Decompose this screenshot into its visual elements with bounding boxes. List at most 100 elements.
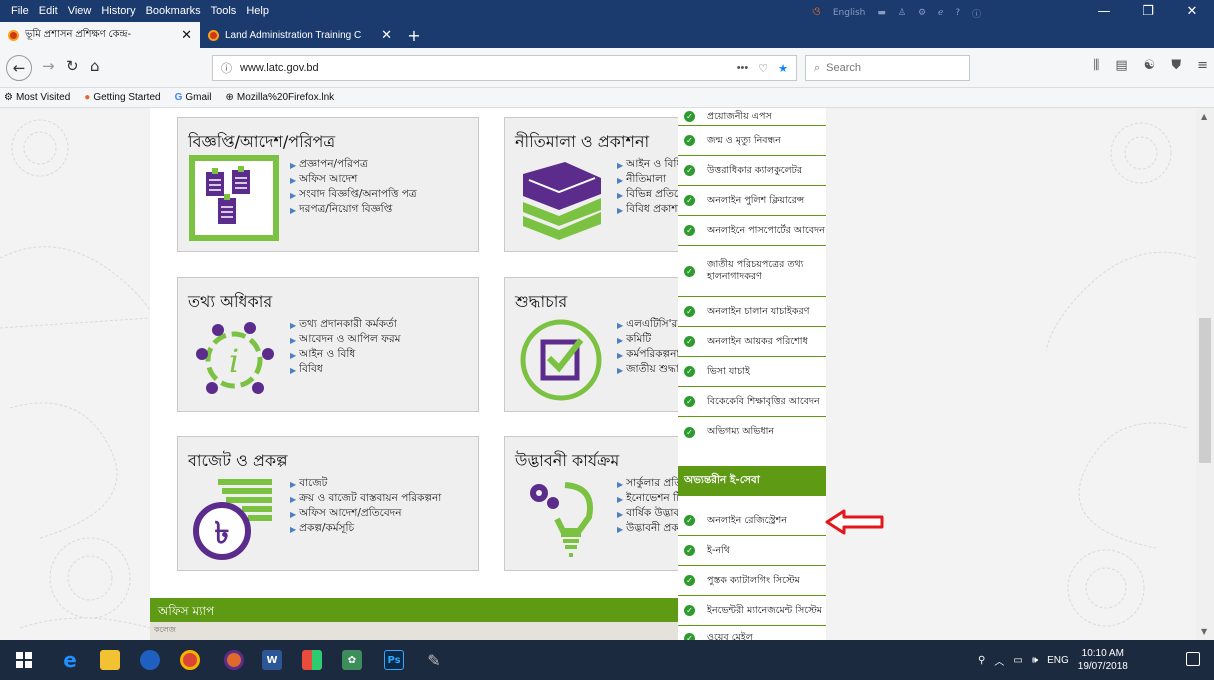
- scroll-up-icon[interactable]: ▲: [1201, 112, 1207, 121]
- bookmark-getting-started[interactable]: ● Getting Started: [84, 92, 160, 103]
- internal-item[interactable]: ✓ পুস্তক ক্যাটালগিং সিস্টেম: [678, 566, 826, 596]
- eservice-item[interactable]: ✓ অনলাইন পুলিশ ক্লিয়ারেন্স: [678, 186, 826, 216]
- language-label[interactable]: English: [833, 8, 866, 18]
- hamburger-menu-icon[interactable]: ≡: [1197, 58, 1208, 73]
- internal-item[interactable]: ✓ ওয়েব মেইল: [678, 626, 826, 640]
- tab-latc-bangla[interactable]: ভূমি প্রশাসন প্রশিক্ষণ কেন্দ্র- ✕: [0, 22, 200, 48]
- bookmark-star-icon[interactable]: ★: [778, 62, 788, 75]
- extension-icon[interactable]: ☯: [1144, 58, 1156, 73]
- menu-history[interactable]: History: [96, 5, 140, 17]
- card-link[interactable]: ▶ সংবাদ বিজ্ঞপ্তি/অনাপত্তি পত্র: [290, 188, 417, 203]
- scroll-down-icon[interactable]: ▼: [1201, 627, 1207, 636]
- input-language[interactable]: ENG: [1047, 655, 1069, 666]
- eservice-item[interactable]: ✓ ভিসা যাচাই: [678, 357, 826, 387]
- card-link[interactable]: ▶ দরপত্র/নিয়োগ বিজ্ঞপ্তি: [290, 203, 417, 218]
- eservice-item[interactable]: ✓ বিকেকেবি শিক্ষাবৃত্তির আবেদন: [678, 387, 826, 417]
- settings-gear-icon[interactable]: ⚙: [918, 8, 926, 18]
- library-icon[interactable]: ⫼: [1093, 58, 1099, 73]
- eservice-item[interactable]: ✓ প্রয়োজনীয় এপস: [678, 108, 826, 126]
- caret-right-icon: ▶: [290, 206, 297, 215]
- photos-icon[interactable]: ✿: [342, 650, 362, 670]
- people-icon[interactable]: ⚲: [978, 655, 985, 666]
- back-button[interactable]: ←: [6, 55, 32, 81]
- forward-button[interactable]: →: [42, 57, 55, 75]
- bookmark-gmail[interactable]: G Gmail: [175, 92, 212, 103]
- menu-edit[interactable]: Edit: [34, 5, 63, 17]
- eservice-item[interactable]: ✓ অভিগম্য অভিধান: [678, 417, 826, 447]
- eservice-item[interactable]: ✓ জাতীয় পরিচয়পত্রের তথ্য হালনাগাদকরণ: [678, 246, 826, 297]
- menu-help[interactable]: Help: [241, 5, 274, 17]
- word-icon[interactable]: W: [262, 650, 282, 670]
- check-circle-icon: ✓: [684, 515, 695, 526]
- ie-icon[interactable]: ℯ: [938, 8, 943, 18]
- internal-item[interactable]: ✓ ই-নথি: [678, 536, 826, 566]
- card-link[interactable]: ▶ বিবিধ: [290, 363, 400, 378]
- tray-chevron-icon[interactable]: ︿: [994, 653, 1004, 668]
- volume-icon[interactable]: 🕪: [1032, 655, 1038, 666]
- clock[interactable]: 10:10 AM 19/07/2018: [1078, 647, 1128, 673]
- chrome-icon[interactable]: [180, 650, 200, 670]
- url-bar[interactable]: ⓘ www.latc.gov.bd ••• ♡ ★: [212, 55, 797, 81]
- tab-close-icon[interactable]: ✕: [381, 27, 392, 43]
- shield-icon[interactable]: ⛊: [1171, 58, 1181, 73]
- caret-right-icon: ▶: [617, 161, 624, 170]
- eservice-item[interactable]: ✓ অনলাইন আয়কর পরিশোধ: [678, 327, 826, 357]
- app-tiles-icon[interactable]: [302, 650, 322, 670]
- reload-button[interactable]: ↻: [66, 57, 79, 75]
- page-scrollbar[interactable]: ▲ ▼: [1196, 108, 1214, 640]
- network-icon[interactable]: ▭: [1013, 655, 1022, 666]
- scrollbar-thumb[interactable]: [1199, 318, 1211, 463]
- search-input[interactable]: ⌕ Search: [805, 55, 970, 81]
- window-restore-button[interactable]: ❐: [1126, 0, 1170, 22]
- pin-icon[interactable]: ♙: [898, 8, 906, 18]
- internal-item-online-registration[interactable]: ✓ অনলাইন রেজিস্ট্রেশন: [678, 506, 826, 536]
- menu-file[interactable]: File: [6, 5, 34, 17]
- action-center-icon[interactable]: [1186, 652, 1200, 666]
- app-circle-icon[interactable]: [140, 650, 160, 670]
- card-title: শুদ্ধাচার: [515, 292, 568, 311]
- sidebar-toggle-icon[interactable]: ▤: [1115, 58, 1127, 73]
- window-minimize-button[interactable]: —: [1082, 0, 1126, 22]
- card-link[interactable]: ▶ আবেদন ও আপিল ফরম: [290, 333, 400, 348]
- bookmark-most-visited[interactable]: ⚙ Most Visited: [4, 92, 70, 103]
- photoshop-icon[interactable]: Ps: [384, 650, 404, 670]
- card-link[interactable]: ▶ প্রকল্প/কর্মসূচি: [290, 522, 441, 537]
- pocket-icon[interactable]: ♡: [758, 62, 768, 75]
- card-link[interactable]: ▶ বাজেট: [290, 477, 441, 492]
- firefox-taskbar-icon[interactable]: [224, 650, 244, 670]
- internal-item[interactable]: ✓ ইনভেন্টরী ম্যানেজমেন্ট সিস্টেম: [678, 596, 826, 626]
- edge-browser-icon[interactable]: e: [60, 648, 80, 672]
- tab-strip: ভূমি প্রশাসন প্রশিক্ষণ কেন্দ্র- ✕ Land A…: [0, 22, 1214, 48]
- card-link[interactable]: ▶ অফিস আদেশ/প্রতিবেদন: [290, 507, 441, 522]
- minimize-widget-icon[interactable]: ▬: [877, 8, 886, 18]
- card-link[interactable]: ▶ তথ্য প্রদানকারী কর্মকর্তা: [290, 318, 400, 333]
- caret-right-icon: ▶: [290, 525, 297, 534]
- paint-icon[interactable]: ✎: [424, 650, 444, 670]
- caret-right-icon: ▶: [290, 480, 297, 489]
- card-link[interactable]: ▶ আইন ও বিধি: [290, 348, 400, 363]
- new-tab-button[interactable]: +: [400, 22, 428, 48]
- help-icon[interactable]: ?: [955, 8, 960, 18]
- windows-start-icon[interactable]: [14, 650, 34, 670]
- caret-right-icon: ▶: [290, 366, 297, 375]
- file-explorer-icon[interactable]: [100, 650, 120, 670]
- card-link[interactable]: ▶ ক্রয় ও বাজেট বাস্তবায়ন পরিকল্পনা: [290, 492, 441, 507]
- widget-icon[interactable]: ও: [812, 3, 821, 23]
- info-icon[interactable]: ⓘ: [972, 7, 981, 20]
- eservice-item[interactable]: ✓ অনলাইনে পাসপোর্টের আবেদন: [678, 216, 826, 246]
- page-actions-icon[interactable]: •••: [737, 62, 749, 74]
- card-link[interactable]: ▶ অফিস আদেশ: [290, 173, 417, 188]
- menu-view[interactable]: View: [63, 5, 97, 17]
- menu-bookmarks[interactable]: Bookmarks: [141, 5, 206, 17]
- site-info-icon[interactable]: ⓘ: [221, 60, 232, 76]
- eservice-item[interactable]: ✓ জন্ম ও মৃত্যু নিবন্ধন: [678, 126, 826, 156]
- eservice-item[interactable]: ✓ অনলাইন চালান যাচাইকরণ: [678, 297, 826, 327]
- home-button[interactable]: ⌂: [90, 57, 100, 75]
- window-close-button[interactable]: ✕: [1170, 0, 1214, 22]
- card-link[interactable]: ▶ প্রজ্ঞাপন/পরিপত্র: [290, 158, 417, 173]
- eservice-item[interactable]: ✓ উত্তরাধিকার ক্যালকুলেটর: [678, 156, 826, 186]
- bookmark-mozilla-lnk[interactable]: ⊕ Mozilla%20Firefox.lnk: [225, 92, 334, 103]
- tab-close-icon[interactable]: ✕: [181, 27, 192, 43]
- menu-tools[interactable]: Tools: [206, 5, 242, 17]
- tab-latc-english[interactable]: Land Administration Training C ✕: [200, 22, 400, 48]
